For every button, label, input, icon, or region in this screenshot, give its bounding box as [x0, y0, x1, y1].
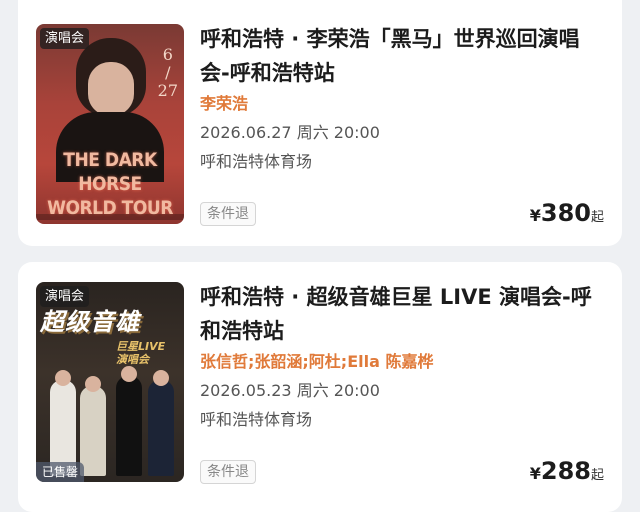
event-price: ¥288起: [530, 457, 604, 485]
event-venue: 呼和浩特体育场: [200, 410, 313, 429]
poster-banner: 超级音雄: [40, 308, 140, 336]
price-suffix: 起: [590, 468, 604, 483]
event-venue: 呼和浩特体育场: [200, 152, 313, 171]
price-value: 288: [540, 457, 591, 485]
price-suffix: 起: [590, 210, 604, 225]
category-tag: 演唱会: [40, 286, 90, 307]
event-poster[interactable]: 6/27 THE DARK HORSE WORLD TOUR 演唱会: [36, 24, 184, 224]
event-card[interactable]: 超级音雄 巨星LIVE 演唱会 演唱会 已售罄 呼和浩特 · 超级音雄巨星 LIV…: [18, 262, 622, 512]
price-currency: ¥: [529, 464, 541, 483]
poster-performer: [80, 386, 106, 476]
event-artist: 李荣浩: [200, 94, 249, 113]
poster-tour-title: THE DARK HORSE WORLD TOUR: [47, 149, 173, 219]
event-datetime: 2026.06.27 周六 20:00: [200, 123, 380, 142]
refund-policy-badge: 条件退: [200, 460, 256, 484]
price-currency: ¥: [529, 206, 541, 225]
event-title[interactable]: 呼和浩特 · 超级音雄巨星 LIVE 演唱会-呼和浩特站: [200, 280, 604, 348]
event-price: ¥380起: [530, 199, 604, 227]
refund-policy-badge: 条件退: [200, 202, 256, 226]
event-artist: 张信哲;张韶涵;阿杜;Ella 陈嘉桦: [200, 352, 434, 371]
poster-performer-head: [153, 370, 169, 386]
event-title[interactable]: 呼和浩特 · 李荣浩「黑马」世界巡回演唱会-呼和浩特站: [200, 22, 604, 90]
event-card[interactable]: 6/27 THE DARK HORSE WORLD TOUR 演唱会 呼和浩特 …: [18, 0, 622, 246]
event-poster[interactable]: 超级音雄 巨星LIVE 演唱会 演唱会 已售罄: [36, 282, 184, 482]
poster-performer: [116, 376, 142, 476]
poster-performer-head: [121, 366, 137, 382]
price-value: 380: [540, 199, 591, 227]
poster-subtitle: 巨星LIVE 演唱会: [116, 340, 166, 366]
event-datetime: 2026.05.23 周六 20:00: [200, 381, 380, 400]
poster-performer-head: [85, 376, 101, 392]
sold-out-badge: 已售罄: [36, 462, 85, 482]
poster-date-mark: 6/27: [157, 45, 178, 100]
poster-artist-face: [88, 62, 134, 116]
category-tag: 演唱会: [40, 28, 90, 49]
poster-performer-head: [55, 370, 71, 386]
poster-footer-strip: [36, 214, 184, 220]
poster-performer: [148, 380, 174, 476]
